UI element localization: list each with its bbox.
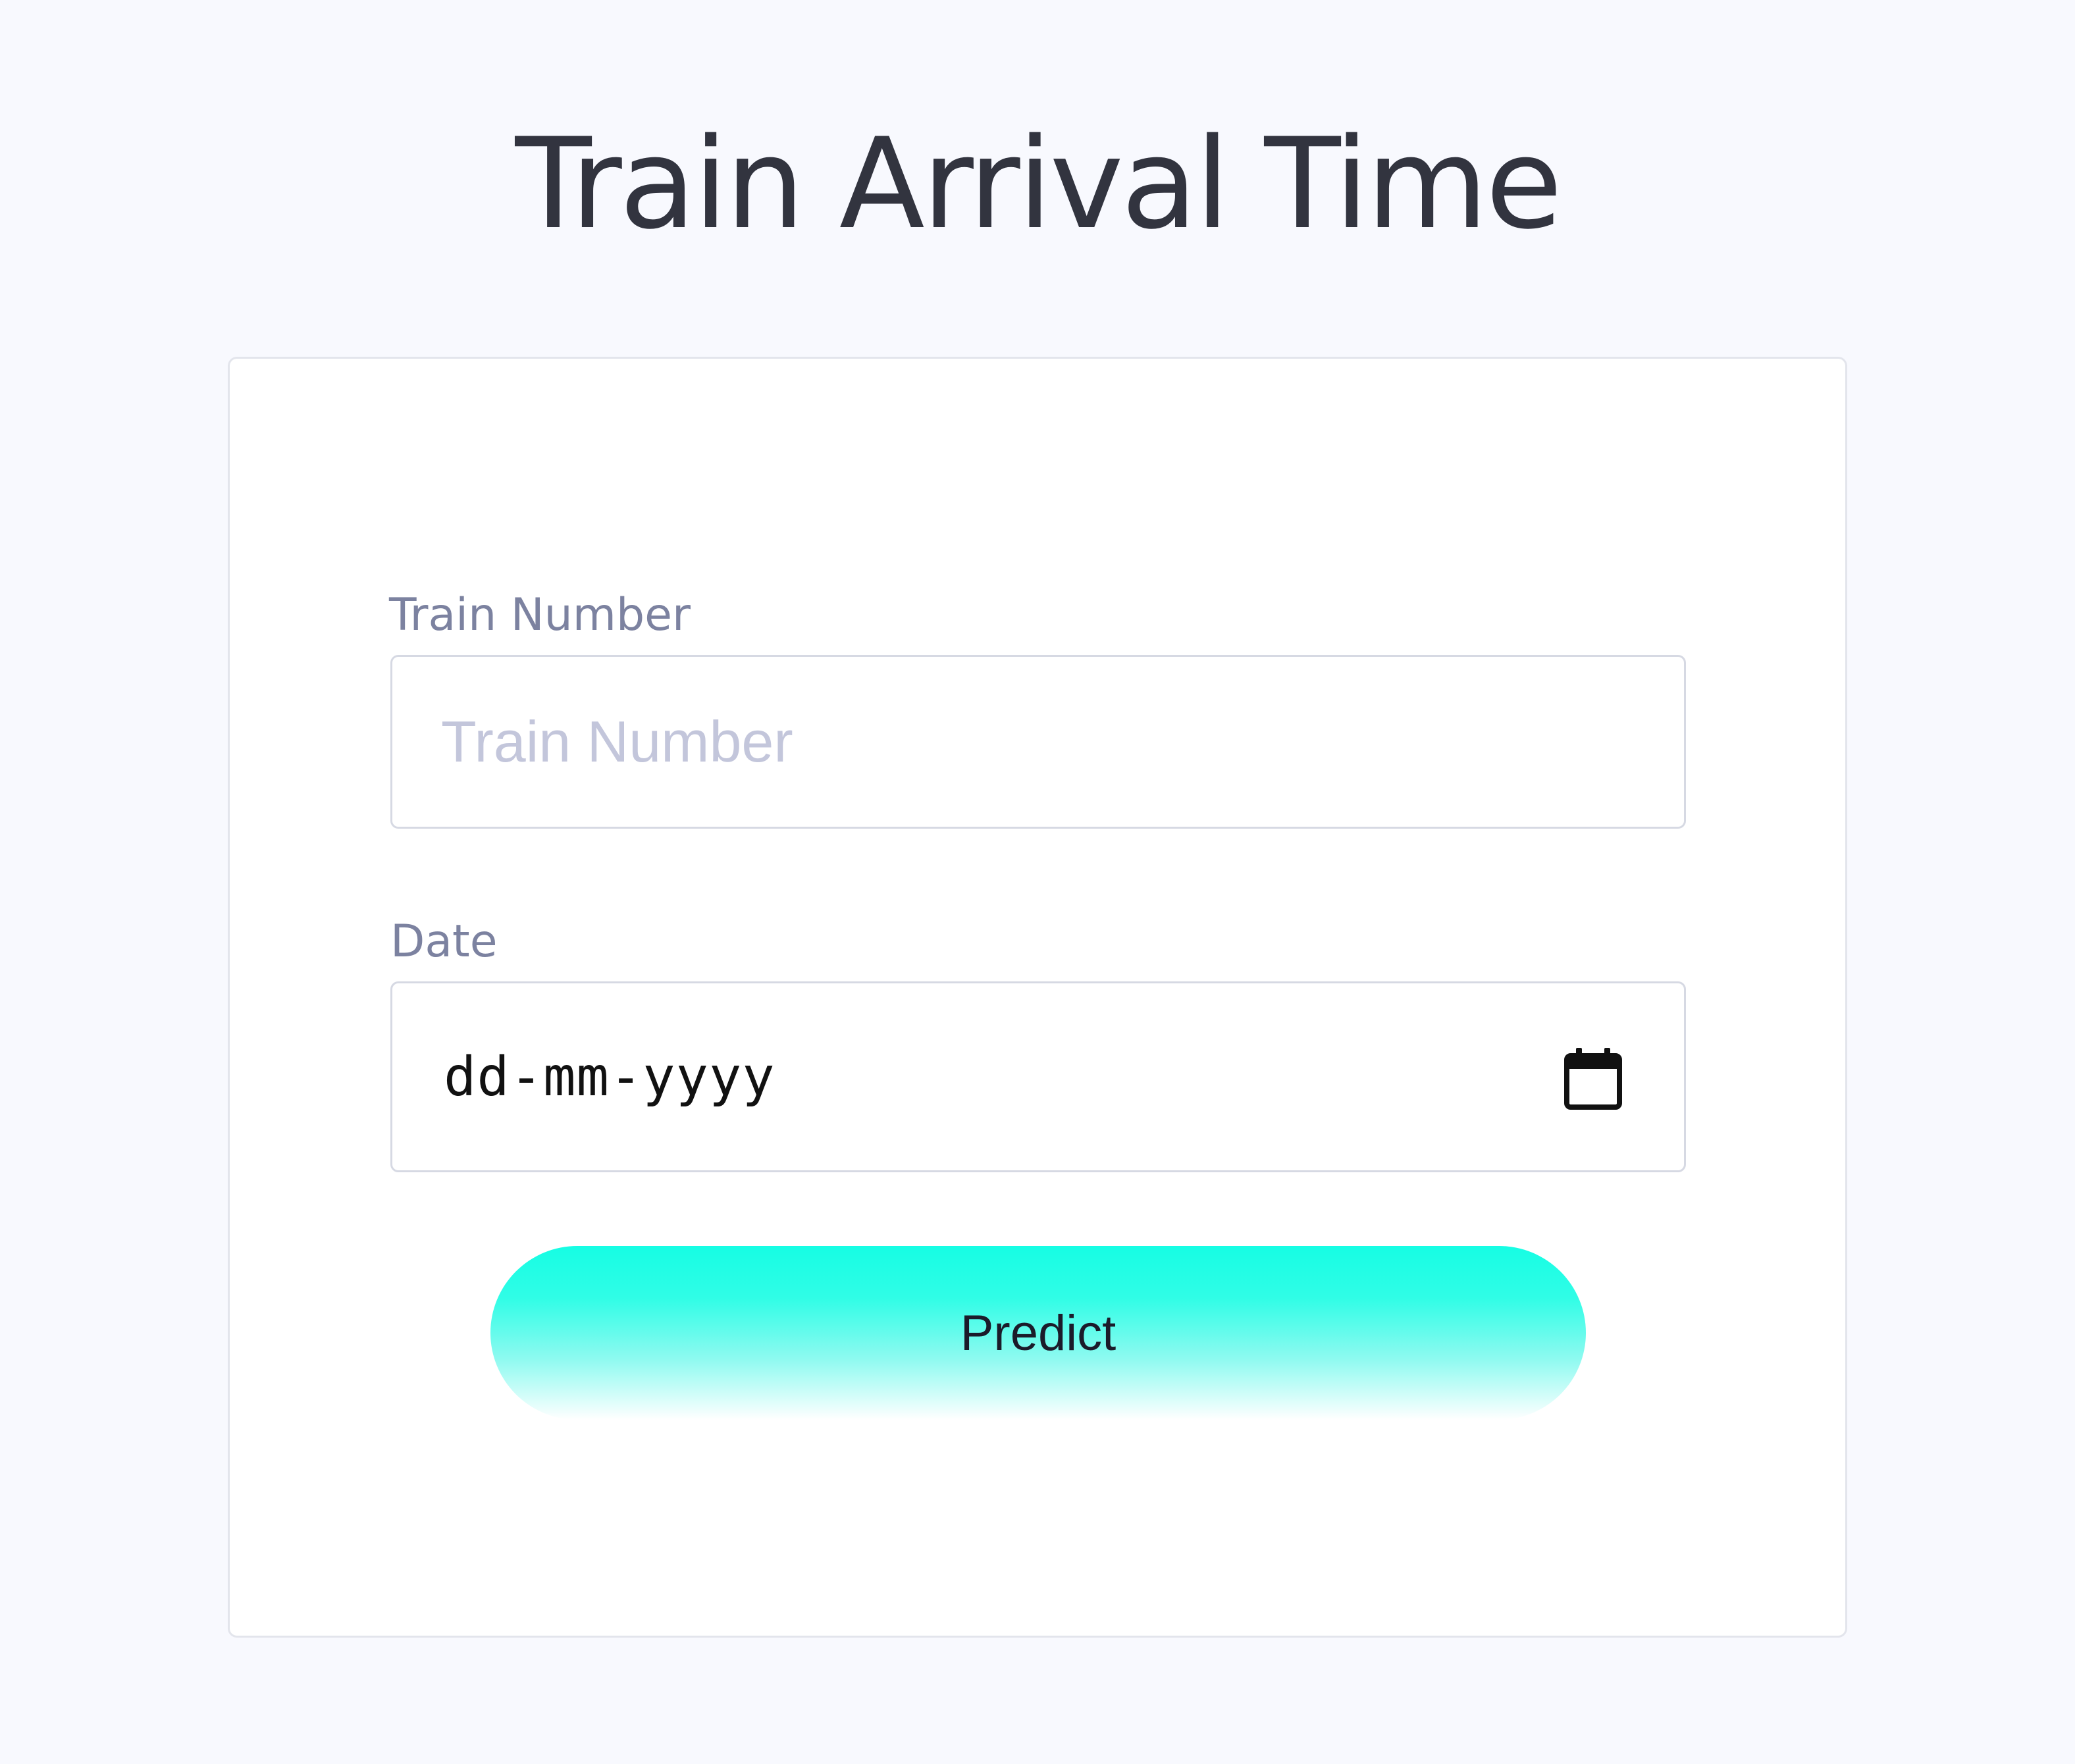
page-title: Train Arrival Time	[515, 111, 1563, 257]
date-label: Date	[390, 916, 498, 968]
date-input[interactable]: dd-mm-yyyy	[390, 981, 1686, 1172]
train-number-input[interactable]	[392, 657, 1684, 827]
train-number-field	[390, 655, 1686, 829]
prediction-form-card: Train Number Date dd-mm-yyyy Predict	[228, 357, 1847, 1638]
predict-button[interactable]: Predict	[490, 1246, 1586, 1420]
date-placeholder: dd-mm-yyyy	[444, 1045, 775, 1108]
train-number-label: Train Number	[389, 589, 691, 641]
calendar-icon[interactable]	[1564, 1047, 1622, 1110]
